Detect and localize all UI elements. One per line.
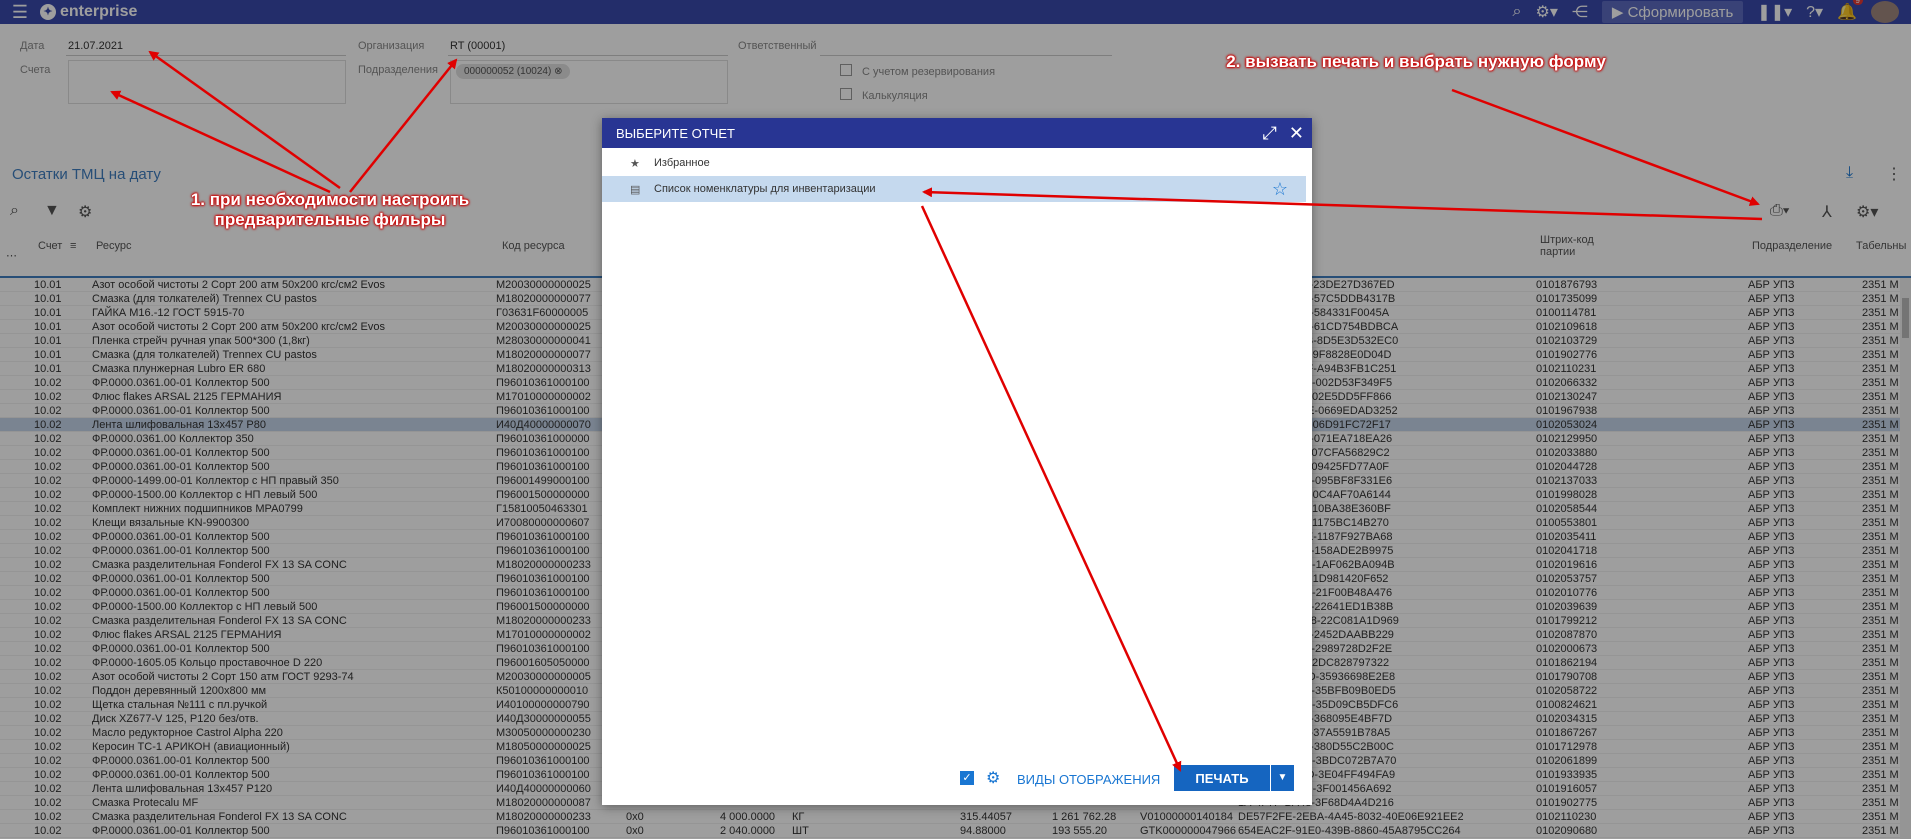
dialog-header: ВЫБЕРИТЕ ОТЧЕТ ⤢ ✕ — [602, 118, 1312, 148]
annotation-step1-line2: предварительные фильры — [214, 210, 446, 229]
report-list-item[interactable]: ▤ Список номенклатуры для инвентаризации… — [602, 176, 1306, 202]
print-dropdown-icon[interactable]: ▼ — [1270, 765, 1294, 791]
option-checkbox[interactable]: ✓ — [960, 771, 974, 785]
annotation-step2: 2. вызвать печать и выбрать нужную форму — [1226, 52, 1606, 71]
annotation-step1-line1: 1. при необходимости настроить — [190, 190, 470, 209]
favorites-item[interactable]: ★ Избранное — [602, 150, 1312, 176]
report-item-label: Список номенклатуры для инвентаризации — [654, 183, 876, 195]
gear-icon[interactable]: ⚙ — [986, 768, 1000, 788]
dialog-footer: ✓ ⚙ ВИДЫ ОТОБРАЖЕНИЯ ПЕЧАТЬ ▼ — [602, 757, 1312, 805]
document-icon: ▤ — [630, 183, 641, 196]
star-filled-icon: ★ — [630, 157, 640, 170]
dialog-title: ВЫБЕРИТЕ ОТЧЕТ — [616, 125, 735, 141]
print-button[interactable]: ПЕЧАТЬ ▼ — [1174, 765, 1294, 791]
report-select-dialog: ВЫБЕРИТЕ ОТЧЕТ ⤢ ✕ ★ Избранное ▤ Список … — [602, 118, 1312, 805]
expand-icon[interactable]: ⤢ — [1263, 122, 1277, 144]
print-label: ПЕЧАТЬ — [1195, 770, 1249, 786]
favorites-label: Избранное — [654, 157, 710, 169]
star-outline-icon[interactable]: ☆ — [1272, 179, 1288, 200]
close-icon[interactable]: ✕ — [1289, 122, 1304, 144]
views-button[interactable]: ВИДЫ ОТОБРАЖЕНИЯ — [1017, 772, 1160, 787]
annotation-step1: 1. при необходимости настроить предварит… — [160, 190, 500, 230]
